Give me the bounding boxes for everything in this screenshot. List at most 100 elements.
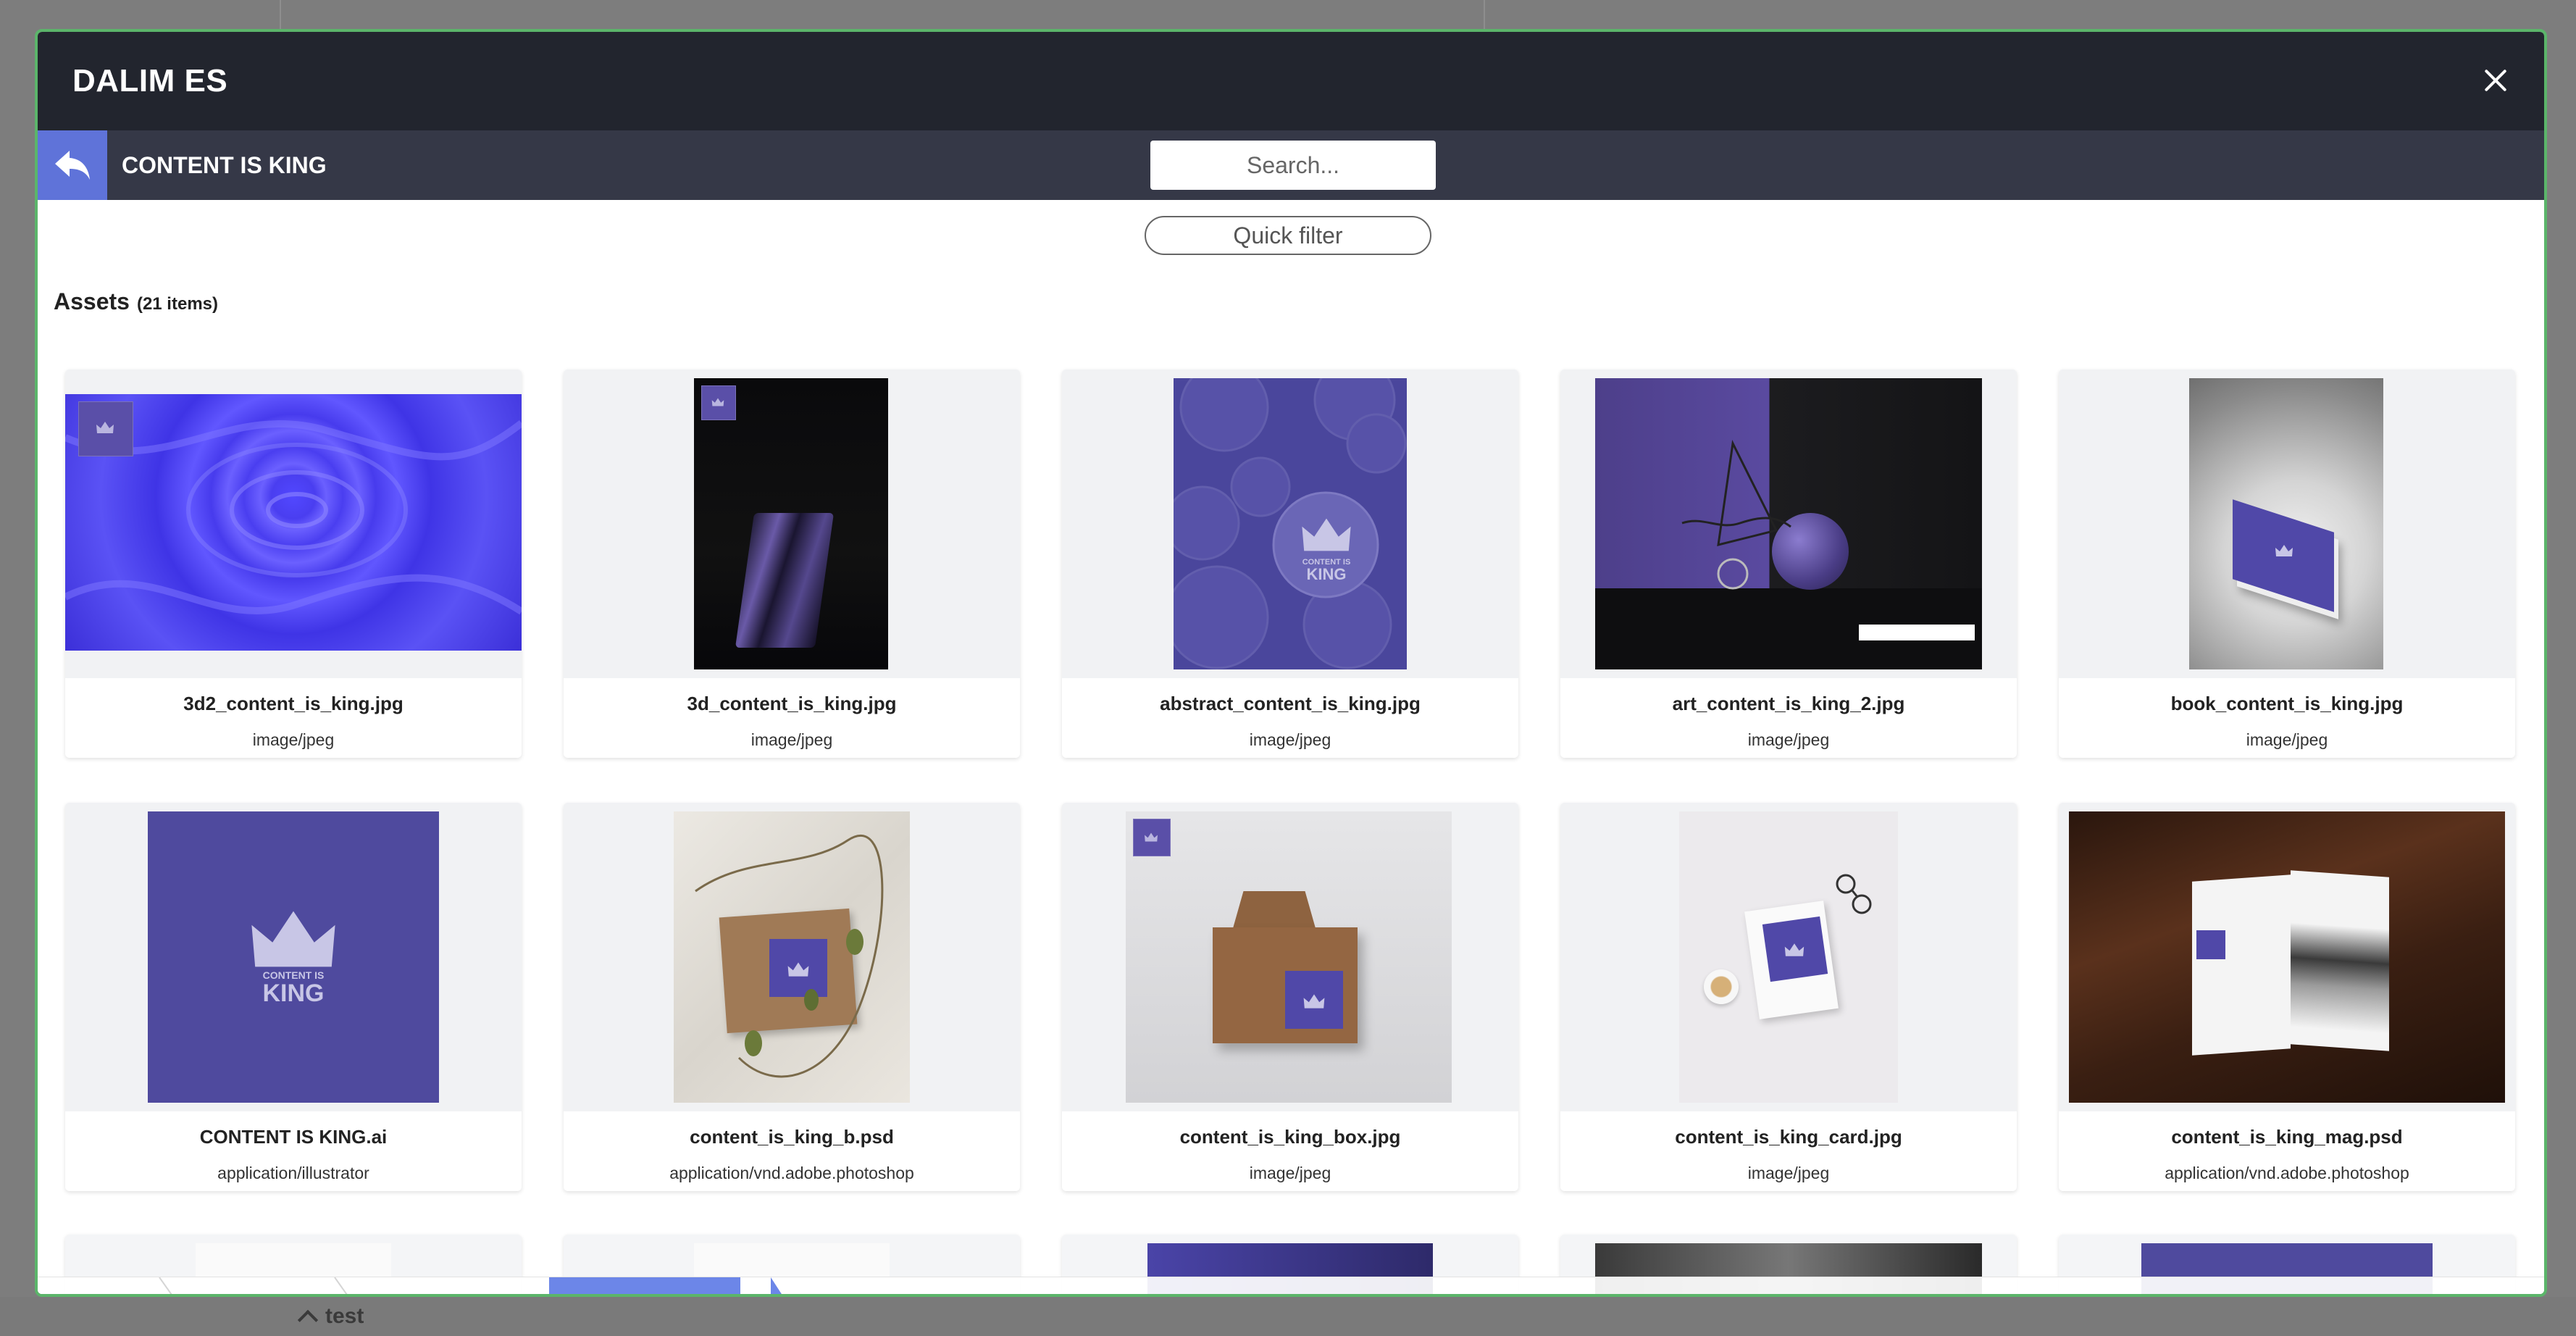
- asset-thumbnail: [1560, 370, 2017, 678]
- background-section-label: test: [325, 1304, 364, 1328]
- asset-name: abstract_content_is_king.jpg: [1160, 693, 1421, 714]
- asset-meta: content_is_king_mag.psd application/vnd.…: [2059, 1111, 2515, 1191]
- asset-name: book_content_is_king.jpg: [2170, 693, 2404, 714]
- crown-icon: [251, 911, 335, 967]
- thumbnail-image: [674, 811, 910, 1103]
- asset-mime-type: image/jpeg: [1747, 1164, 1830, 1182]
- asset-mime-type: application/vnd.adobe.photoshop: [669, 1164, 914, 1182]
- thumbnail-image: [1126, 811, 1452, 1103]
- magazine-left: [2192, 874, 2291, 1056]
- thumbnail-image: CONTENT IS KING: [1174, 378, 1407, 669]
- asset-card[interactable]: content_is_king_card.jpg image/jpeg: [1560, 803, 2017, 1191]
- asset-thumbnail: CONTENT IS KING: [1062, 370, 1518, 678]
- close-icon[interactable]: [2483, 68, 2508, 93]
- breadcrumb: Home File Systems DALIM_DEMO_ORIGINALS C…: [38, 1277, 2544, 1294]
- asset-card[interactable]: 3d_content_is_king.jpg image/jpeg: [564, 370, 1020, 758]
- asset-mime-type: image/jpeg: [1249, 1164, 1331, 1182]
- vine-decoration: [695, 834, 884, 1078]
- quick-filter-button[interactable]: Quick filter: [1145, 216, 1431, 255]
- breadcrumb-item-dalim-demo-originals[interactable]: DALIM_DEMO_ORIGINALS: [333, 1277, 543, 1295]
- asset-thumbnail: [2059, 803, 2515, 1111]
- asset-card[interactable]: 3d2_content_is_king.jpg image/jpeg: [65, 370, 522, 758]
- asset-meta: 3d2_content_is_king.jpg image/jpeg: [65, 678, 522, 758]
- asset-thumbnail: [65, 370, 522, 678]
- asset-grid-area: Quick filter Assets (21 items) 3d2_conte…: [38, 200, 2544, 1294]
- asset-mime-type: image/jpeg: [1249, 730, 1331, 749]
- title-bar: DALIM ES: [38, 32, 2544, 130]
- logo-line2: KING: [262, 980, 325, 1007]
- asset-mime-type: application/vnd.adobe.photoshop: [2165, 1164, 2409, 1182]
- background-section-header[interactable]: test: [297, 1304, 364, 1331]
- label-square: [2196, 930, 2225, 959]
- asset-name: CONTENT IS KING.ai: [199, 1126, 388, 1148]
- breadcrumb-separator: [159, 1277, 172, 1294]
- asset-meta: 3d_content_is_king.jpg image/jpeg: [564, 678, 1020, 758]
- crown-icon: [96, 422, 114, 433]
- logo-line2: KING: [1306, 565, 1347, 583]
- asset-card[interactable]: book_content_is_king.jpg image/jpeg: [2059, 370, 2515, 758]
- folder-title: CONTENT IS KING: [122, 152, 327, 178]
- glasses: [1836, 874, 1872, 914]
- asset-meta: content_is_king_card.jpg image/jpeg: [1560, 1111, 2017, 1191]
- breadcrumb-item-home[interactable]: Home: [78, 1277, 122, 1295]
- folder-navbar: CONTENT IS KING: [38, 130, 2544, 200]
- asset-meta: book_content_is_king.jpg image/jpeg: [2059, 678, 2515, 758]
- crown-icon: [2275, 545, 2293, 556]
- asset-card[interactable]: content_is_king_mag.psd application/vnd.…: [2059, 803, 2515, 1191]
- asset-thumbnail: [2059, 370, 2515, 678]
- chevron-up-icon: [297, 1309, 319, 1331]
- asset-name: 3d2_content_is_king.jpg: [183, 693, 403, 714]
- asset-thumbnail: [1062, 803, 1518, 1111]
- crown-icon: [1145, 832, 1158, 842]
- asset-thumbnail: CONTENT IS KING: [65, 803, 522, 1111]
- background-panel: [0, 1297, 2576, 1336]
- breadcrumb-item-file-systems[interactable]: File Systems: [187, 1277, 283, 1295]
- asset-mime-type: image/jpeg: [750, 730, 833, 749]
- asset-name: art_content_is_king_2.jpg: [1672, 693, 1905, 714]
- thumbnail-image: [2189, 378, 2383, 669]
- asset-meta: art_content_is_king_2.jpg image/jpeg: [1560, 678, 2017, 758]
- app-title: DALIM ES: [72, 63, 228, 99]
- search-input[interactable]: [1150, 141, 1436, 190]
- breadcrumb-current-tip: [771, 1277, 782, 1294]
- magazine-right: [2291, 870, 2389, 1051]
- thumbnail-image: CONTENT IS KING: [148, 811, 439, 1103]
- thumbnail-image: [694, 378, 888, 669]
- asset-meta: content_is_king_b.psd application/vnd.ad…: [564, 1111, 1020, 1191]
- asset-card[interactable]: content_is_king_box.jpg image/jpeg: [1062, 803, 1518, 1191]
- asset-card[interactable]: art_content_is_king_2.jpg image/jpeg: [1560, 370, 2017, 758]
- asset-meta: CONTENT IS KING.ai application/illustrat…: [65, 1111, 522, 1191]
- asset-thumbnail: [564, 370, 1020, 678]
- thumbnail-image: [65, 394, 522, 651]
- caption-strip: [1859, 625, 1975, 640]
- crown-icon: [711, 398, 724, 406]
- logo-text: CONTENT IS KING: [1282, 558, 1371, 583]
- thumbnail-image: [2069, 811, 2505, 1103]
- crown-icon: [1302, 518, 1351, 551]
- asset-meta: abstract_content_is_king.jpg image/jpeg: [1062, 678, 1518, 758]
- asset-card[interactable]: CONTENT IS KING abstract_content_is_king…: [1062, 370, 1518, 758]
- asset-card[interactable]: content_is_king_b.psd application/vnd.ad…: [564, 803, 1020, 1191]
- thumbnail-image: [1595, 378, 1982, 669]
- assets-header: Assets (21 items): [54, 288, 218, 315]
- assets-label: Assets: [54, 288, 130, 314]
- logo-text: CONTENT IS KING: [220, 969, 367, 1006]
- asset-name: content_is_king_mag.psd: [2171, 1126, 2403, 1148]
- asset-name: content_is_king_b.psd: [690, 1126, 894, 1148]
- asset-thumbnail: [1560, 803, 2017, 1111]
- asset-mime-type: image/jpeg: [252, 730, 335, 749]
- breadcrumb-item-current[interactable]: CONTENT IS KING: [549, 1277, 740, 1294]
- crown-icon: [1303, 994, 1325, 1009]
- circles-pattern: [1174, 378, 1407, 669]
- asset-browser-modal: DALIM ES CONTENT IS KING Quick filter As…: [35, 29, 2547, 1297]
- asset-mime-type: application/illustrator: [217, 1164, 369, 1182]
- asset-mime-type: image/jpeg: [1747, 730, 1830, 749]
- back-button[interactable]: [38, 130, 107, 200]
- assets-count: (21 items): [136, 294, 218, 314]
- asset-card[interactable]: CONTENT IS KING CONTENT IS KING.ai appli…: [65, 803, 522, 1191]
- asset-thumbnail: [564, 803, 1020, 1111]
- reply-arrow-icon: [55, 151, 90, 180]
- thumbnail-image: [1679, 811, 1898, 1103]
- asset-name: content_is_king_box.jpg: [1179, 1126, 1401, 1148]
- asset-mime-type: image/jpeg: [2246, 730, 2328, 749]
